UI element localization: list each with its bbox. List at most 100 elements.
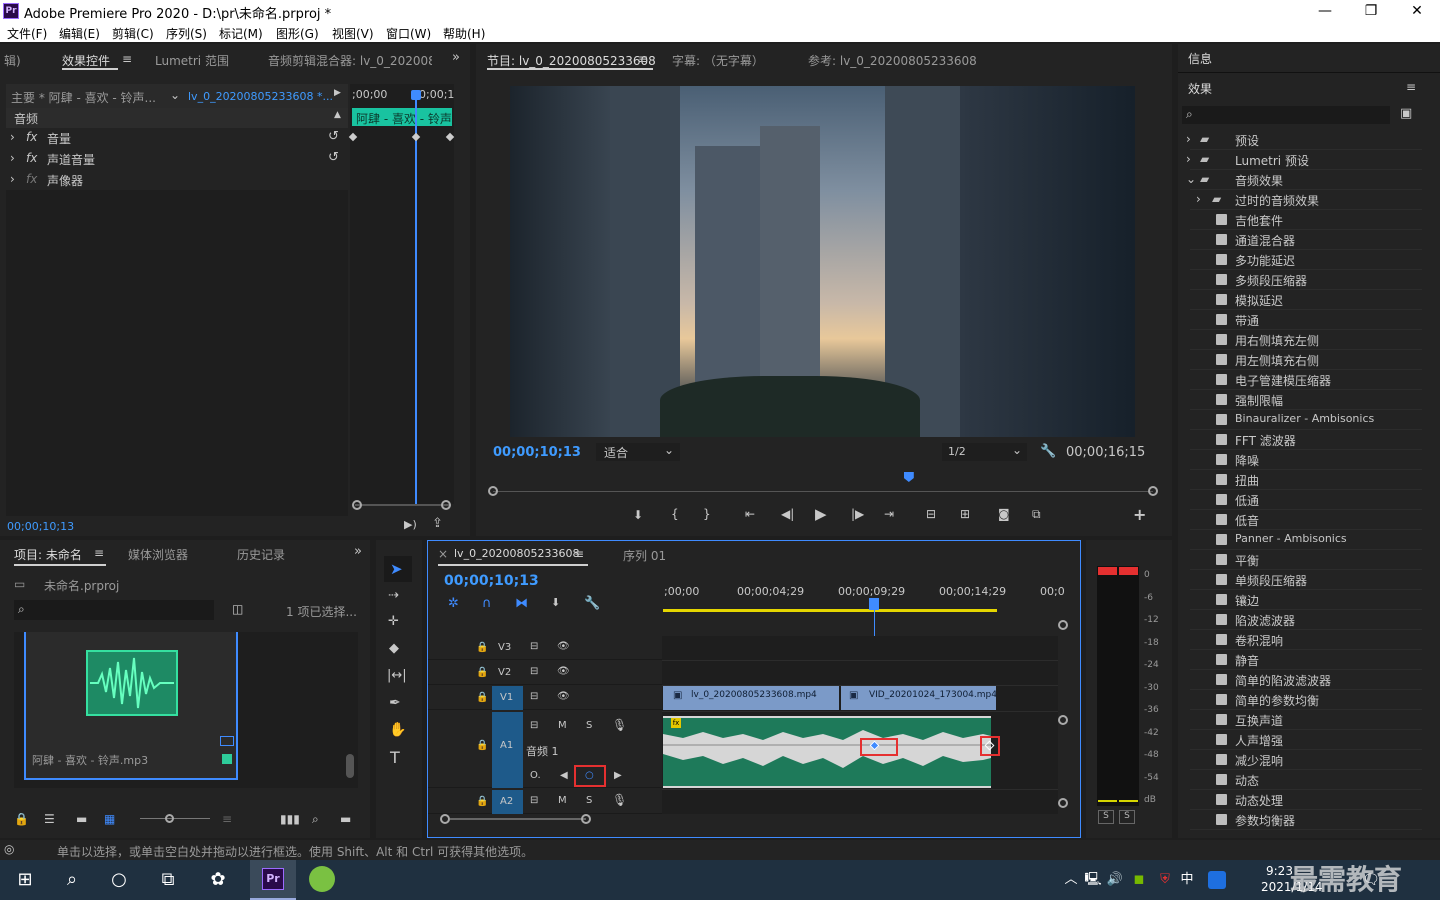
eye-icon[interactable]: 👁 (557, 641, 570, 652)
fit-dropdown[interactable]: 适合 ⌄ (596, 443, 680, 461)
toggle-sync-icon[interactable]: ⊟ (530, 795, 538, 806)
timeline-horizontal-scroll[interactable] (440, 814, 1056, 824)
more-tabs-icon[interactable]: » (354, 544, 362, 559)
resolution-dropdown[interactable]: 1/2 ⌄ (942, 443, 1027, 461)
tab-lumetri-scopes[interactable]: Lumetri 范围 (155, 52, 229, 69)
export-icon[interactable]: ⇪ (432, 516, 443, 531)
effect-item[interactable]: 多频段压缩器 (1190, 270, 1422, 290)
clock-time[interactable]: 9:23 (1266, 864, 1293, 878)
lock-icon[interactable]: 🔒 (476, 667, 488, 678)
icon-view-icon[interactable]: ▬ (76, 812, 87, 826)
effect-item[interactable]: 通道混合器 (1190, 230, 1422, 250)
keyframe-marker[interactable] (445, 132, 455, 142)
effect-item[interactable]: 带通 (1190, 310, 1422, 330)
program-current-time[interactable]: 00;00;10;13 (493, 445, 581, 460)
add-marker-icon[interactable]: ⬇ (551, 596, 560, 609)
tab-captions[interactable]: 字幕: （无字幕） (672, 52, 764, 69)
effect-item[interactable]: 平衡 (1190, 550, 1422, 570)
tab-sequence-lv[interactable]: lv_0_20200805233608 (454, 547, 580, 560)
effects-folder-presets[interactable]: › ▰ 预设 (1186, 130, 1422, 150)
expand-chevron-icon[interactable]: › (10, 130, 15, 144)
toggle-sync-icon[interactable]: ⊟ (530, 641, 538, 652)
prev-keyframe-icon[interactable]: ◀ (560, 770, 568, 781)
lock-icon[interactable]: 🔒 (14, 812, 29, 826)
effect-item[interactable]: 参数均衡器 (1190, 810, 1422, 830)
effect-item[interactable]: 用左侧填充右侧 (1190, 350, 1422, 370)
timeline-settings-icon[interactable]: 🔧 (584, 596, 600, 611)
zoom-handle-right[interactable] (441, 500, 451, 510)
freeform-view-icon[interactable]: ▦ (104, 812, 115, 826)
eye-icon[interactable]: 👁 (557, 691, 570, 702)
add-marker-icon[interactable]: ⬇ (633, 508, 643, 522)
solo-left-button[interactable]: S (1098, 810, 1114, 824)
taskbar-premiere-active[interactable]: Pr (250, 860, 296, 900)
menu-help[interactable]: 帮助(H) (443, 25, 485, 42)
effect-item[interactable]: Panner - Ambisonics (1190, 530, 1422, 550)
effect-item[interactable]: FFT 滤波器 (1190, 430, 1422, 450)
collapse-up-icon[interactable]: ▲ (334, 110, 341, 120)
video-frame[interactable] (510, 86, 1135, 437)
panel-menu-icon[interactable]: ≡ (638, 52, 648, 66)
mute-button[interactable]: M (558, 795, 567, 806)
panel-menu-icon[interactable]: ≡ (1406, 80, 1416, 94)
solo-button[interactable]: S (586, 720, 592, 731)
effect-item[interactable]: 多功能延迟 (1190, 250, 1422, 270)
selection-tool-icon[interactable]: ➤ (390, 560, 403, 578)
step-forward-icon[interactable]: |▶ (851, 507, 864, 521)
toggle-sync-icon[interactable]: ⊟ (530, 720, 538, 731)
cortana-icon[interactable]: ○ (104, 868, 134, 892)
zoom-handle-left[interactable] (352, 500, 362, 510)
fx-icon[interactable]: fx (26, 172, 37, 186)
menu-sequence[interactable]: 序列(S) (166, 25, 207, 42)
effect-item[interactable]: 强制限幅 (1190, 390, 1422, 410)
effects-folder-obsolete-audio[interactable]: › ▰ 过时的音频效果 (1190, 190, 1422, 210)
effect-item[interactable]: 人声增强 (1190, 730, 1422, 750)
project-search-input[interactable]: ⌕ (14, 600, 214, 620)
tab-info[interactable]: 信息 (1188, 50, 1212, 67)
effect-item[interactable]: 动态处理 (1190, 790, 1422, 810)
effect-row-panner[interactable]: › fx 声像器 (6, 170, 348, 190)
keyframe-marker[interactable] (411, 132, 421, 142)
tab-media-browser[interactable]: 媒体浏览器 (128, 546, 188, 563)
tab-history[interactable]: 历史记录 (237, 546, 285, 563)
toggle-sync-icon[interactable]: ⊟ (530, 691, 538, 702)
menu-marker[interactable]: 标记(M) (219, 25, 263, 42)
effect-item[interactable]: 低音 (1190, 510, 1422, 530)
effect-item[interactable]: 电子管建模压缩器 (1190, 370, 1422, 390)
program-scrub-track[interactable] (493, 491, 1153, 492)
effect-item[interactable]: 吉他套件 (1190, 210, 1422, 230)
scrub-start-handle[interactable] (488, 486, 498, 496)
effect-item[interactable]: 单频段压缩器 (1190, 570, 1422, 590)
tab-audio-clip-mixer[interactable]: 音频剪辑混合器: lv_0_202008 (268, 52, 432, 69)
task-view-icon[interactable]: ⧉ (153, 868, 183, 892)
timeline-tab-close[interactable]: × (438, 547, 448, 561)
label-color-swatch[interactable] (222, 754, 232, 764)
list-view-icon[interactable]: ☰ (44, 812, 55, 826)
menu-edit[interactable]: 编辑(E) (59, 25, 100, 42)
effect-item[interactable]: 静音 (1190, 650, 1422, 670)
effect-item[interactable]: 简单的陷波滤波器 (1190, 670, 1422, 690)
mini-playhead-handle[interactable] (411, 90, 421, 100)
lock-icon[interactable]: 🔒 (476, 642, 488, 653)
scroll-handle[interactable] (440, 814, 450, 824)
nest-icon[interactable]: ✲ (448, 596, 459, 611)
lock-icon[interactable]: 🔒 (476, 692, 488, 703)
timeline-playhead-handle[interactable] (869, 598, 879, 610)
track-select-tool-icon[interactable]: ⇢ (388, 588, 399, 603)
minimize-button[interactable]: — (1302, 0, 1348, 22)
scroll-track[interactable] (450, 818, 586, 820)
new-bin-icon[interactable]: ▣ (1400, 106, 1412, 121)
video-clip-1[interactable]: ▣ lv_0_20200805233608.mp4 (663, 686, 839, 710)
tab-edit-partial[interactable]: 辑) (4, 52, 21, 69)
thumbnail-zoom-slider[interactable] (140, 818, 210, 819)
mini-zoom-bar[interactable] (355, 504, 451, 506)
effect-item[interactable]: 简单的参数均衡 (1190, 690, 1422, 710)
tab-sequence-01[interactable]: 序列 01 (623, 547, 666, 564)
hand-tool-icon[interactable]: ✋ (389, 722, 406, 738)
menu-window[interactable]: 窗口(W) (386, 25, 431, 42)
step-back-icon[interactable]: ◀| (781, 507, 794, 521)
tab-effect-controls[interactable]: 效果控件 (62, 52, 110, 69)
timeline-vertical-scroll[interactable] (1058, 620, 1068, 810)
find-icon[interactable]: ◫ (232, 602, 243, 616)
menu-file[interactable]: 文件(F) (7, 25, 47, 42)
